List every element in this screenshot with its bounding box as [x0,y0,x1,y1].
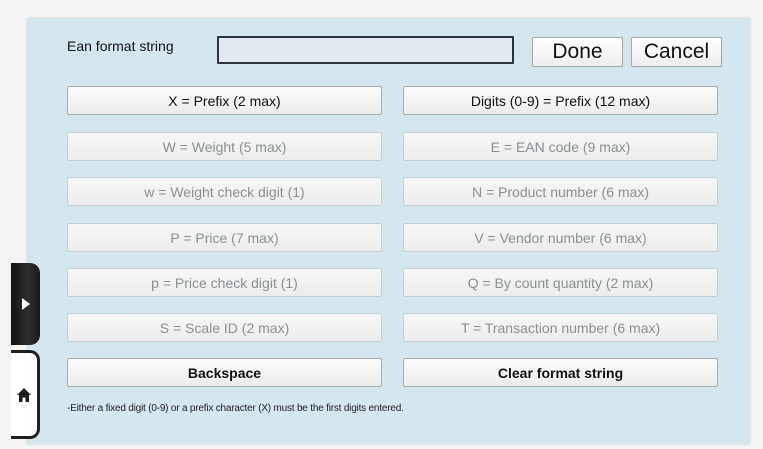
ean-format-label: Ean format string [67,38,174,54]
ean-format-input[interactable] [217,36,514,64]
scale-id-button[interactable]: S = Scale ID (2 max) [67,313,382,342]
ean-code-button[interactable]: E = EAN code (9 max) [403,132,718,161]
cancel-button[interactable]: Cancel [631,37,722,67]
weight-check-digit-button[interactable]: w = Weight check digit (1) [67,177,382,206]
triangle-right-icon [21,298,30,310]
home-icon [17,387,31,402]
count-quantity-button[interactable]: Q = By count quantity (2 max) [403,268,718,297]
digits-prefix-button[interactable]: Digits (0-9) = Prefix (12 max) [403,86,718,115]
done-button[interactable]: Done [532,37,623,67]
format-note: -Either a fixed digit (0-9) or a prefix … [67,403,404,414]
home-tab[interactable] [11,350,40,439]
clear-format-string-button[interactable]: Clear format string [403,358,718,387]
expand-sidebar-tab[interactable] [11,263,40,345]
backspace-button[interactable]: Backspace [67,358,382,387]
product-number-button[interactable]: N = Product number (6 max) [403,177,718,206]
price-check-digit-button[interactable]: p = Price check digit (1) [67,268,382,297]
screen: Ean format string Done Cancel X = Prefix… [0,0,763,449]
transaction-number-button[interactable]: T = Transaction number (6 max) [403,313,718,342]
prefix-x-button[interactable]: X = Prefix (2 max) [67,86,382,115]
price-button[interactable]: P = Price (7 max) [67,223,382,252]
weight-button[interactable]: W = Weight (5 max) [67,132,382,161]
vendor-number-button[interactable]: V = Vendor number (6 max) [403,223,718,252]
